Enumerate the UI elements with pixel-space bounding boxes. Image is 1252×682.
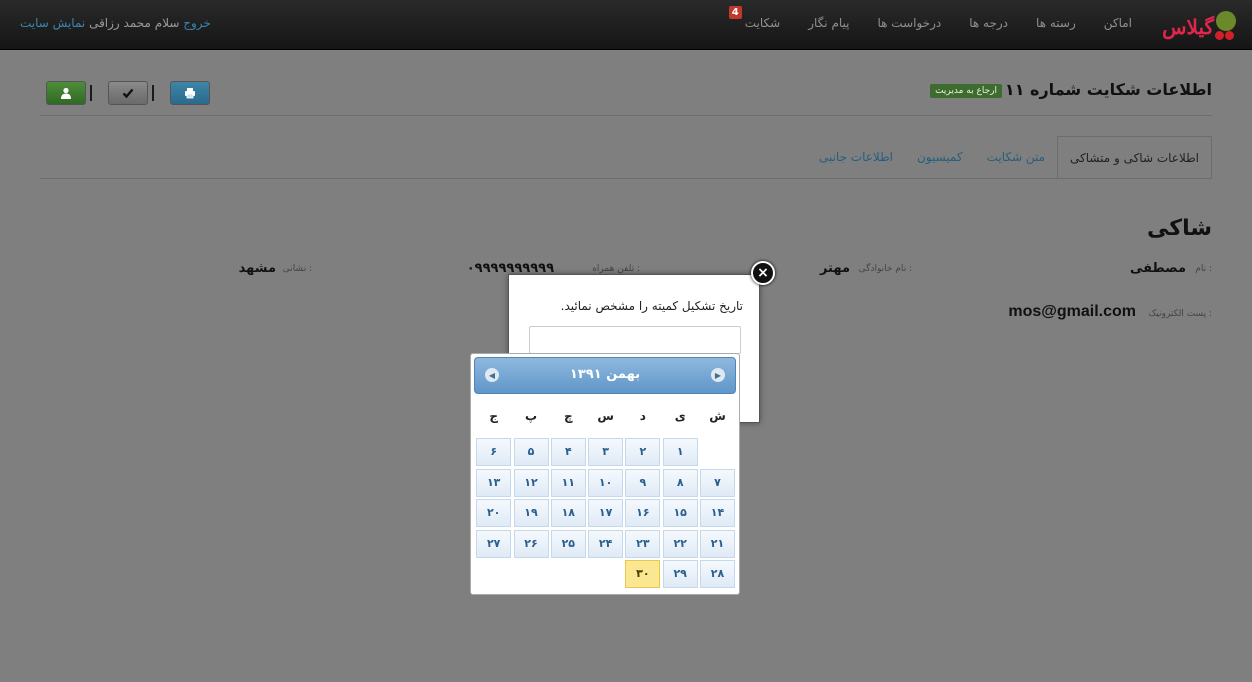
day-cell[interactable]: ۱۱ xyxy=(550,468,586,497)
day-cell[interactable]: ۱۰ xyxy=(588,468,624,497)
leaf-icon xyxy=(1216,11,1236,31)
print-button[interactable] xyxy=(170,81,210,105)
datepicker-month-title: بهمن ۱۳۹۱ xyxy=(569,367,641,382)
day-cell[interactable]: ۲۹ xyxy=(662,560,698,589)
day-cell[interactable]: ۱۴ xyxy=(700,499,735,528)
tab-complaint-text[interactable]: متن شکایت xyxy=(975,136,1057,179)
weekday-header: پ xyxy=(524,409,538,423)
address-value: مشهد xyxy=(238,261,276,276)
address-label: نشانی : xyxy=(282,264,312,274)
nav-item-complaints[interactable]: شکایت 4 xyxy=(728,0,794,50)
nav-item-complaints-label: شکایت xyxy=(744,16,781,30)
nav-item-messages[interactable]: پیام نگار xyxy=(794,0,863,50)
day-cell[interactable]: ۳ xyxy=(588,438,624,466)
day-cell[interactable]: ۲۳ xyxy=(625,529,661,558)
top-navbar: گیلاس اماکن رسته ها درجه ها درخواست ها پ… xyxy=(0,0,1252,50)
day-cell[interactable]: ۲۵ xyxy=(550,529,586,558)
day-cell-today[interactable]: ۳۰ xyxy=(625,560,661,589)
datepicker-header: ◀ بهمن ۱۳۹۱ ▶ xyxy=(474,357,736,394)
page-title: اطلاعات شکایت شماره ۱۱ xyxy=(1004,80,1212,99)
day-cell[interactable]: ۲۲ xyxy=(662,529,698,558)
day-cell[interactable]: ۲۴ xyxy=(588,529,624,558)
dialog-prompt: تاریخ تشکیل کمیته را مشخص نمائید. xyxy=(560,299,743,313)
view-site-link[interactable]: نمایش سایت xyxy=(20,16,85,30)
nav-item-categories[interactable]: رسته ها xyxy=(1022,0,1090,50)
tabs-divider xyxy=(40,178,1212,179)
check-icon xyxy=(122,88,134,99)
weekday-header: د xyxy=(639,409,646,423)
day-cell[interactable]: ۲ xyxy=(625,438,661,466)
app-logo[interactable]: گیلاس xyxy=(1158,9,1238,43)
day-cell[interactable]: ۲۶ xyxy=(513,529,549,558)
day-cell[interactable]: ۵ xyxy=(513,438,549,466)
day-cell[interactable]: ۷ xyxy=(700,468,735,497)
nav-item-places[interactable]: اماکن xyxy=(1090,0,1146,50)
day-cell[interactable]: ۲۸ xyxy=(700,560,735,589)
day-cell[interactable]: ۲۱ xyxy=(700,529,735,558)
committee-date-input[interactable] xyxy=(529,326,741,354)
day-cell[interactable]: ۱۳ xyxy=(476,468,512,497)
day-cell[interactable]: ۱۹ xyxy=(513,499,549,528)
weekday-header: س xyxy=(597,409,614,423)
day-cell[interactable]: ۱۲ xyxy=(513,468,549,497)
weekday-header: ش xyxy=(709,409,726,423)
tab-parties-info[interactable]: اطلاعات شاکی و متشاکی xyxy=(1057,136,1212,179)
weekday-header: چ xyxy=(563,409,573,423)
nav-item-grades[interactable]: درجه ها xyxy=(955,0,1022,50)
tab-commission[interactable]: کمیسیون xyxy=(905,136,975,179)
main-nav: اماکن رسته ها درجه ها درخواست ها پیام نگ… xyxy=(728,0,1146,50)
day-cell[interactable]: ۱۷ xyxy=(588,499,624,528)
header-divider xyxy=(40,115,1212,116)
weekday-header: ج xyxy=(489,409,499,423)
email-value: mos@gmail.com xyxy=(1008,303,1136,320)
refer-to-management-badge[interactable]: ارجاع به مدیریت xyxy=(930,84,1002,98)
logout-link[interactable]: خروج xyxy=(183,16,211,30)
close-icon[interactable]: × xyxy=(751,261,775,285)
family-name-value: مهتر xyxy=(819,261,850,276)
family-name-label: نام خانوادگی : xyxy=(858,264,912,274)
name-value: مصطفی xyxy=(1129,261,1186,276)
nav-item-requests[interactable]: درخواست ها xyxy=(864,0,956,50)
day-cell[interactable]: ۸ xyxy=(662,468,698,497)
day-cell[interactable]: ۱ xyxy=(662,438,698,466)
section-title: شاکی xyxy=(1147,216,1212,241)
user-area: خروج سلام محمد رزاقی نمایش سایت xyxy=(20,16,211,30)
day-cell[interactable]: ۲۷ xyxy=(476,529,512,558)
user-icon xyxy=(61,87,71,99)
name-label: نام : xyxy=(1195,264,1212,274)
day-cell[interactable]: ۱۶ xyxy=(625,499,661,528)
toolbar-divider xyxy=(90,85,92,101)
next-month-icon[interactable]: ▶ xyxy=(711,368,725,382)
print-icon xyxy=(185,88,195,99)
info-tabs: اطلاعات شاکی و متشاکی متن شکایت کمیسیون … xyxy=(807,136,1212,179)
complaints-count-badge: 4 xyxy=(728,6,742,19)
email-label: پست الکترونیک : xyxy=(1148,309,1212,319)
user-button[interactable] xyxy=(46,81,86,105)
user-greeting: سلام محمد رزاقی xyxy=(89,16,180,30)
day-cell[interactable]: ۱۵ xyxy=(662,499,698,528)
tab-side-info[interactable]: اطلاعات جانبی xyxy=(807,136,905,179)
day-cell[interactable]: ۱۸ xyxy=(550,499,586,528)
day-cell[interactable]: ۲۰ xyxy=(476,499,512,528)
mobile-label: تلفن همراه : xyxy=(592,264,640,274)
datepicker: ◀ بهمن ۱۳۹۱ ▶ ش ی د س چ پ ج ۱ ۲ ۳ ۴ ۵ ۶ ۷ ۸ ۹ ۱۰ ۱۱ ۱۲ ۱۳ ۱۴… xyxy=(470,353,740,595)
toolbar-divider xyxy=(152,85,154,101)
day-cell[interactable]: ۶ xyxy=(476,438,512,466)
logo-text: گیلاس xyxy=(1162,15,1215,39)
approve-button[interactable] xyxy=(108,81,148,105)
day-cell[interactable]: ۴ xyxy=(550,438,586,466)
cherry-icon xyxy=(1214,29,1236,41)
weekday-header: ی xyxy=(674,409,686,423)
day-cell[interactable]: ۹ xyxy=(625,468,661,497)
